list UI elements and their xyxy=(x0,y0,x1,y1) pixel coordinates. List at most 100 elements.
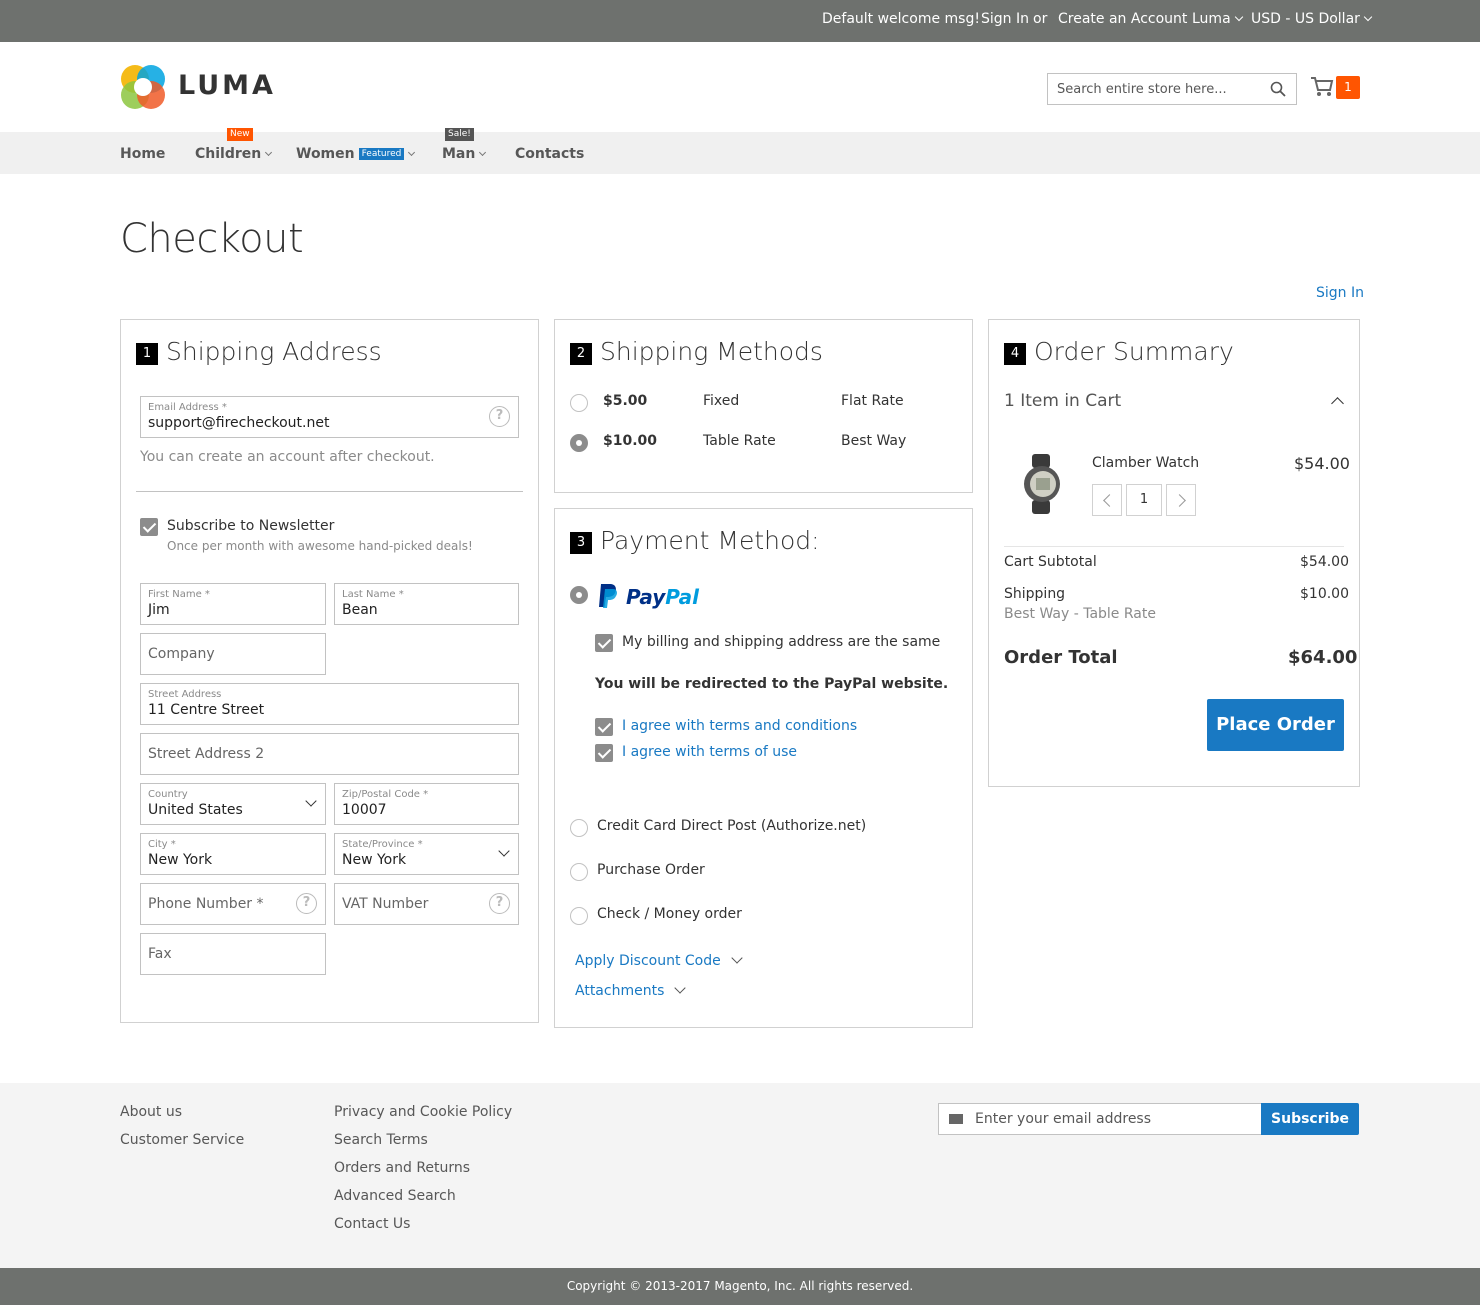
footer-link-contact-us[interactable]: Contact Us xyxy=(334,1216,410,1232)
newsletter-email-input[interactable]: Enter your email address xyxy=(938,1103,1262,1135)
product-image xyxy=(1024,454,1060,514)
billing-same-label[interactable]: My billing and shipping address are the … xyxy=(622,634,940,650)
items-in-cart-toggle[interactable]: 1 Item in Cart xyxy=(1004,391,1121,411)
checkout-sign-in-link[interactable]: Sign In xyxy=(1316,285,1364,301)
shipping-carrier-name: Best Way xyxy=(841,433,907,449)
shipping-radio-flat-rate[interactable] xyxy=(570,394,588,412)
payment-method-label[interactable]: Credit Card Direct Post (Authorize.net) xyxy=(597,818,866,834)
zip-field[interactable]: Zip/Postal Code * 10007 xyxy=(334,783,519,825)
terms-of-use-checkbox[interactable] xyxy=(595,744,613,762)
footer-link-customer-service[interactable]: Customer Service xyxy=(120,1132,244,1148)
last-name-value: Bean xyxy=(342,602,378,618)
last-name-field[interactable]: Last Name * Bean xyxy=(334,583,519,625)
company-field[interactable]: Company xyxy=(140,633,326,675)
payment-radio-credit-card[interactable] xyxy=(570,819,588,837)
newsletter-label[interactable]: Subscribe to Newsletter xyxy=(167,518,334,534)
footer-link-search-terms[interactable]: Search Terms xyxy=(334,1132,428,1148)
terms-conditions-checkbox[interactable] xyxy=(595,718,613,736)
cart-subtotal-value: $54.00 xyxy=(1300,554,1349,570)
first-name-field[interactable]: First Name * Jim xyxy=(140,583,326,625)
page-title: Checkout xyxy=(120,216,304,262)
nav-item-women[interactable]: Women Featured xyxy=(296,146,416,162)
fax-placeholder: Fax xyxy=(148,946,172,962)
search-input[interactable] xyxy=(1057,74,1257,104)
logo-text[interactable]: LUMA xyxy=(178,70,276,101)
currency-switcher-label: USD - US Dollar xyxy=(1251,11,1360,27)
subscribe-button[interactable]: Subscribe xyxy=(1261,1103,1359,1135)
apply-discount-toggle[interactable]: Apply Discount Code xyxy=(575,952,743,969)
newsletter-note: Once per month with awesome hand-picked … xyxy=(167,539,473,553)
country-select[interactable]: Country United States xyxy=(140,783,326,825)
state-select[interactable]: State/Province * New York xyxy=(334,833,519,875)
qty-input[interactable]: 1 xyxy=(1126,484,1162,516)
top-sign-in-link[interactable]: Sign In xyxy=(981,11,1029,27)
payment-method-title: Payment Method: xyxy=(600,526,820,555)
help-icon[interactable]: ? xyxy=(489,893,510,914)
phone-placeholder: Phone Number * xyxy=(148,896,264,912)
shipping-method-summary: Best Way - Table Rate xyxy=(1004,606,1156,622)
chevron-down-icon xyxy=(408,148,416,157)
qty-decrease-button[interactable] xyxy=(1092,484,1122,516)
payment-radio-check-money-order[interactable] xyxy=(570,907,588,925)
country-value: United States xyxy=(148,802,243,818)
street-address-value: 11 Centre Street xyxy=(148,702,265,718)
payment-radio-paypal[interactable] xyxy=(570,586,588,604)
search-box[interactable] xyxy=(1047,73,1297,105)
first-name-value: Jim xyxy=(148,602,170,618)
shipping-price: $5.00 xyxy=(603,393,648,409)
cart-icon[interactable] xyxy=(1310,76,1334,98)
product-price: $54.00 xyxy=(1294,454,1350,473)
zip-value: 10007 xyxy=(342,802,387,818)
shipping-radio-table-rate[interactable] xyxy=(570,434,588,452)
paypal-logo-pay: Pay xyxy=(626,585,666,609)
cart-subtotal-label: Cart Subtotal xyxy=(1004,554,1097,570)
fax-field[interactable]: Fax xyxy=(140,933,326,975)
billing-same-checkbox[interactable] xyxy=(595,634,613,652)
footer-link-about[interactable]: About us xyxy=(120,1104,182,1120)
shipping-method-name: Table Rate xyxy=(703,433,776,449)
footer-link-advanced-search[interactable]: Advanced Search xyxy=(334,1188,456,1204)
search-icon[interactable] xyxy=(1270,81,1286,97)
nav-item-contacts[interactable]: Contacts xyxy=(515,146,584,162)
divider xyxy=(136,491,523,492)
order-total-value: $64.00 xyxy=(1288,647,1358,668)
newsletter-checkbox[interactable] xyxy=(140,518,158,536)
vat-field[interactable]: VAT Number ? xyxy=(334,883,519,925)
terms-of-use-link[interactable]: I agree with terms of use xyxy=(622,744,797,760)
paypal-redirect-note: You will be redirected to the PayPal web… xyxy=(595,676,949,692)
order-summary-title: Order Summary xyxy=(1034,337,1234,366)
nav-item-man[interactable]: Man xyxy=(442,146,487,162)
place-order-button[interactable]: Place Order xyxy=(1207,699,1344,751)
nav-item-children[interactable]: Children xyxy=(195,146,273,162)
step-number: 2 xyxy=(570,343,592,365)
phone-field[interactable]: Phone Number * ? xyxy=(140,883,326,925)
email-note: You can create an account after checkout… xyxy=(140,449,435,465)
store-switcher[interactable]: Luma xyxy=(1192,11,1243,27)
payment-method-label[interactable]: Purchase Order xyxy=(597,862,705,878)
qty-increase-button[interactable] xyxy=(1166,484,1196,516)
help-icon[interactable]: ? xyxy=(296,893,317,914)
street-address-field[interactable]: Street Address 11 Centre Street xyxy=(140,683,519,725)
cart-count-badge[interactable]: 1 xyxy=(1336,76,1360,99)
product-name[interactable]: Clamber Watch xyxy=(1092,455,1199,471)
luma-logo-icon[interactable] xyxy=(120,64,166,110)
currency-switcher[interactable]: USD - US Dollar xyxy=(1251,11,1373,27)
state-value: New York xyxy=(342,852,407,868)
email-field[interactable]: Email Address * support@firecheckout.net… xyxy=(140,396,519,438)
shipping-methods-title: Shipping Methods xyxy=(600,337,823,366)
top-bar: Default welcome msg! Sign In or Create a… xyxy=(0,0,1480,42)
footer-link-privacy[interactable]: Privacy and Cookie Policy xyxy=(334,1104,512,1120)
last-name-label: Last Name * xyxy=(342,589,404,600)
footer-link-orders-returns[interactable]: Orders and Returns xyxy=(334,1160,470,1176)
city-field[interactable]: City * New York xyxy=(140,833,326,875)
email-label: Email Address * xyxy=(148,402,227,413)
help-icon[interactable]: ? xyxy=(489,406,510,427)
street-address-2-field[interactable]: Street Address 2 xyxy=(140,733,519,775)
payment-method-label[interactable]: Check / Money order xyxy=(597,906,742,922)
nav-item-home[interactable]: Home xyxy=(120,146,165,162)
sale-tag: Sale! xyxy=(445,128,474,141)
create-account-link[interactable]: Create an Account xyxy=(1058,11,1187,27)
terms-conditions-link[interactable]: I agree with terms and conditions xyxy=(622,718,857,734)
attachments-toggle[interactable]: Attachments xyxy=(575,982,687,999)
payment-radio-purchase-order[interactable] xyxy=(570,863,588,881)
